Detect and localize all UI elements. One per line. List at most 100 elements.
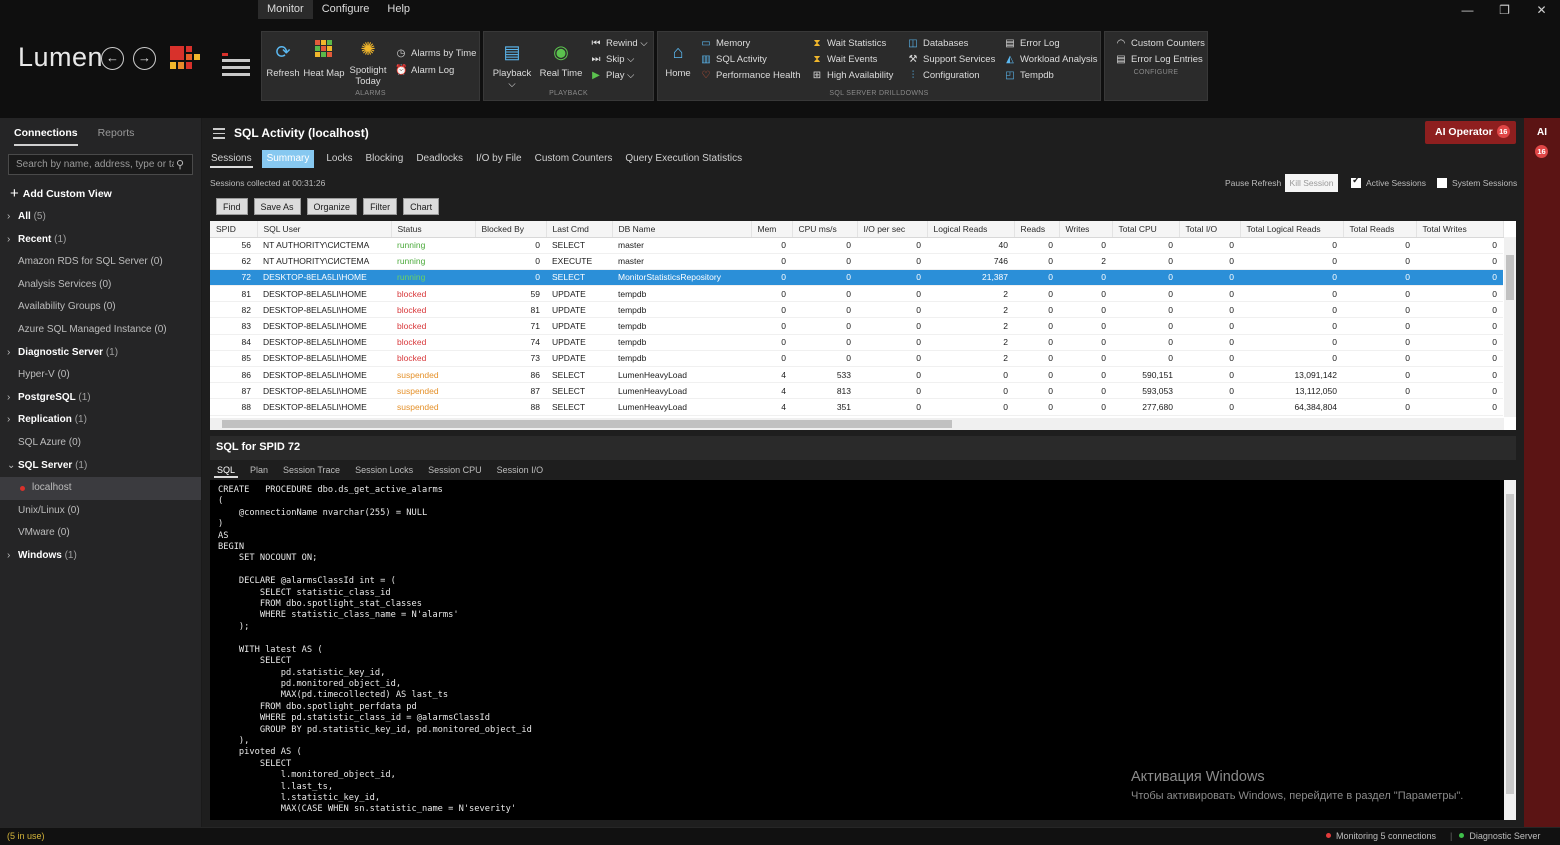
playback-button[interactable]: ▤ Playback ⌵ xyxy=(488,40,536,90)
sidebar-item[interactable]: Hyper-V (0) xyxy=(0,364,201,387)
grid-vertical-scrollbar[interactable] xyxy=(1504,237,1516,417)
column-header[interactable]: Mem xyxy=(751,221,793,238)
column-header[interactable]: SQL User xyxy=(257,221,392,238)
workload-analysis-button[interactable]: ◭ Workload Analysis xyxy=(1004,54,1097,65)
tab-locks[interactable]: Locks xyxy=(325,150,353,168)
sidebar-item[interactable]: localhost xyxy=(0,477,201,500)
sidebar-item[interactable]: VMware (0) xyxy=(0,522,201,545)
column-header[interactable]: Total CPU xyxy=(1112,221,1180,238)
tab-custom-counters[interactable]: Custom Counters xyxy=(534,150,614,168)
error-log-entries-button[interactable]: ▤ Error Log Entries xyxy=(1115,54,1203,65)
alarms-by-time-button[interactable]: ◷ Alarms by Time xyxy=(395,48,477,59)
table-row[interactable]: 87 DESKTOP-8ELA5LI\HOME suspended 87 SELECT L… xyxy=(210,382,1503,400)
table-row[interactable]: 85 DESKTOP-8ELA5LI\HOME blocked 73 UPDATE tem… xyxy=(210,350,1503,368)
column-header[interactable]: Total I/O xyxy=(1179,221,1241,238)
sidebar-item[interactable]: › Replication (1) xyxy=(0,409,201,432)
chart-button[interactable]: Chart xyxy=(403,198,440,215)
back-button[interactable]: ← xyxy=(101,47,124,70)
sidebar-item[interactable]: › Diagnostic Server (1) xyxy=(0,342,201,365)
databases-button[interactable]: ◫ Databases xyxy=(907,38,968,49)
close-button[interactable]: ✕ xyxy=(1523,0,1560,20)
sidebar-item[interactable]: ⌄ SQL Server (1) xyxy=(0,455,201,478)
sidebar-item[interactable]: Amazon RDS for SQL Server (0) xyxy=(0,251,201,274)
sql-tab-session-i-o[interactable]: Session I/O xyxy=(494,463,547,478)
add-custom-view-button[interactable]: + Add Custom View xyxy=(10,185,112,202)
real-time-button[interactable]: ◉ Real Time xyxy=(538,40,584,79)
kill-session-button[interactable]: Kill Session xyxy=(1285,174,1338,192)
column-header[interactable]: CPU ms/s xyxy=(792,221,858,238)
sidebar-item[interactable]: Unix/Linux (0) xyxy=(0,500,201,523)
find-button[interactable]: Find xyxy=(216,198,248,215)
sql-activity-button[interactable]: ▥ SQL Activity xyxy=(700,54,767,65)
sql-tab-session-trace[interactable]: Session Trace xyxy=(280,463,343,478)
play-button[interactable]: ▶ Play ⌵ xyxy=(590,70,634,81)
column-header[interactable]: Logical Reads xyxy=(927,221,1015,238)
table-row[interactable]: 72 DESKTOP-8ELA5LI\HOME running 0 SELECT Moni… xyxy=(210,269,1503,287)
table-row[interactable]: 86 DESKTOP-8ELA5LI\HOME suspended 86 SELECT L… xyxy=(210,366,1503,384)
memory-button[interactable]: ▭ Memory xyxy=(700,38,750,49)
tab-deadlocks[interactable]: Deadlocks xyxy=(415,150,464,168)
refresh-button[interactable]: ⟳ Refresh xyxy=(266,40,300,79)
sql-code-view[interactable]: CREATE PROCEDURE dbo.ds_get_active_alarm… xyxy=(210,480,1516,820)
save-as-button[interactable]: Save As xyxy=(253,198,301,215)
support-services-button[interactable]: ⚒ Support Services xyxy=(907,54,996,65)
monitoring-status[interactable]: Monitoring 5 connections xyxy=(1326,831,1436,841)
filter-button[interactable]: Filter xyxy=(363,198,398,215)
system-sessions-checkbox[interactable]: System Sessions xyxy=(1437,178,1517,188)
rewind-button[interactable]: ⏮ Rewind ⌵ xyxy=(590,38,648,49)
home-button[interactable]: ⌂ Home xyxy=(661,40,695,79)
sidebar-item[interactable]: › Recent (1) xyxy=(0,229,201,252)
maximize-button[interactable]: ❐ xyxy=(1486,0,1523,20)
column-header[interactable]: DB Name xyxy=(612,221,752,238)
table-row[interactable]: 81 DESKTOP-8ELA5LI\HOME blocked 59 UPDATE tem… xyxy=(210,285,1503,303)
column-header[interactable]: Status xyxy=(391,221,476,238)
minimize-button[interactable]: — xyxy=(1449,0,1486,20)
menu-configure[interactable]: Configure xyxy=(313,0,379,19)
sql-tab-session-locks[interactable]: Session Locks xyxy=(352,463,416,478)
alarm-log-button[interactable]: ⏰ Alarm Log xyxy=(395,65,454,76)
table-row[interactable]: 88 DESKTOP-8ELA5LI\HOME suspended 88 SELECT L… xyxy=(210,398,1503,416)
tab-sessions[interactable]: Sessions xyxy=(210,150,253,168)
error-log-button[interactable]: ▤ Error Log xyxy=(1004,38,1059,49)
sql-tab-session-cpu[interactable]: Session CPU xyxy=(425,463,485,478)
column-header[interactable]: Total Reads xyxy=(1343,221,1417,238)
organize-button[interactable]: Organize xyxy=(306,198,358,215)
performance-health-button[interactable]: ♡ Performance Health xyxy=(700,70,801,81)
table-row[interactable]: 82 DESKTOP-8ELA5LI\HOME blocked 81 UPDATE tem… xyxy=(210,301,1503,319)
forward-button[interactable]: → xyxy=(133,47,156,70)
menu-monitor[interactable]: Monitor xyxy=(258,0,313,19)
menu-help[interactable]: Help xyxy=(378,0,419,19)
sidebar-item[interactable]: › Windows (1) xyxy=(0,545,201,568)
active-sessions-checkbox[interactable]: Active Sessions xyxy=(1351,175,1426,188)
search-icon[interactable]: ⚲ xyxy=(176,158,188,171)
tab-query-execution-statistics[interactable]: Query Execution Statistics xyxy=(624,150,743,168)
sidebar-item[interactable]: Availability Groups (0) xyxy=(0,296,201,319)
code-vertical-scrollbar[interactable] xyxy=(1504,480,1516,820)
heat-map-button[interactable]: Heat Map xyxy=(302,40,346,79)
table-row[interactable]: 56 NT AUTHORITY\СИСТЕМА running 0 SELECT mast… xyxy=(210,237,1503,254)
main-menu-icon[interactable] xyxy=(222,47,250,76)
pause-refresh-button[interactable]: Pause Refresh xyxy=(1225,178,1281,188)
table-row[interactable]: 83 DESKTOP-8ELA5LI\HOME blocked 71 UPDATE tem… xyxy=(210,317,1503,335)
column-header[interactable]: Total Writes xyxy=(1416,221,1504,238)
skip-button[interactable]: ⏭ Skip ⌵ xyxy=(590,54,635,65)
sidebar-item[interactable]: › PostgreSQL (1) xyxy=(0,387,201,410)
column-header[interactable]: Blocked By xyxy=(475,221,547,238)
spotlight-today-button[interactable]: ✺ Spotlight Today xyxy=(348,37,388,87)
wait-statistics-button[interactable]: ⧗ Wait Statistics xyxy=(811,38,886,49)
tab-blocking[interactable]: Blocking xyxy=(365,150,405,168)
high-availability-button[interactable]: ⊞ High Availability xyxy=(811,70,894,81)
sql-tab-sql[interactable]: SQL xyxy=(214,463,239,478)
sql-tab-plan[interactable]: Plan xyxy=(247,463,271,478)
column-header[interactable]: SPID xyxy=(210,221,258,238)
wait-events-button[interactable]: ⧗ Wait Events xyxy=(811,54,877,65)
tab-i-o-by-file[interactable]: I/O by File xyxy=(475,150,523,168)
column-header[interactable]: Total Logical Reads xyxy=(1240,221,1344,238)
column-header[interactable]: Writes xyxy=(1059,221,1113,238)
tempdb-button[interactable]: ◰ Tempdb xyxy=(1004,70,1054,81)
sidebar-item[interactable]: Analysis Services (0) xyxy=(0,274,201,297)
table-row[interactable]: 62 NT AUTHORITY\СИСТЕМА running 0 EXECUTE mas… xyxy=(210,253,1503,270)
column-header[interactable]: Reads xyxy=(1014,221,1060,238)
tab-reports[interactable]: Reports xyxy=(98,127,135,146)
custom-counters-button[interactable]: ◠ Custom Counters xyxy=(1115,38,1205,49)
